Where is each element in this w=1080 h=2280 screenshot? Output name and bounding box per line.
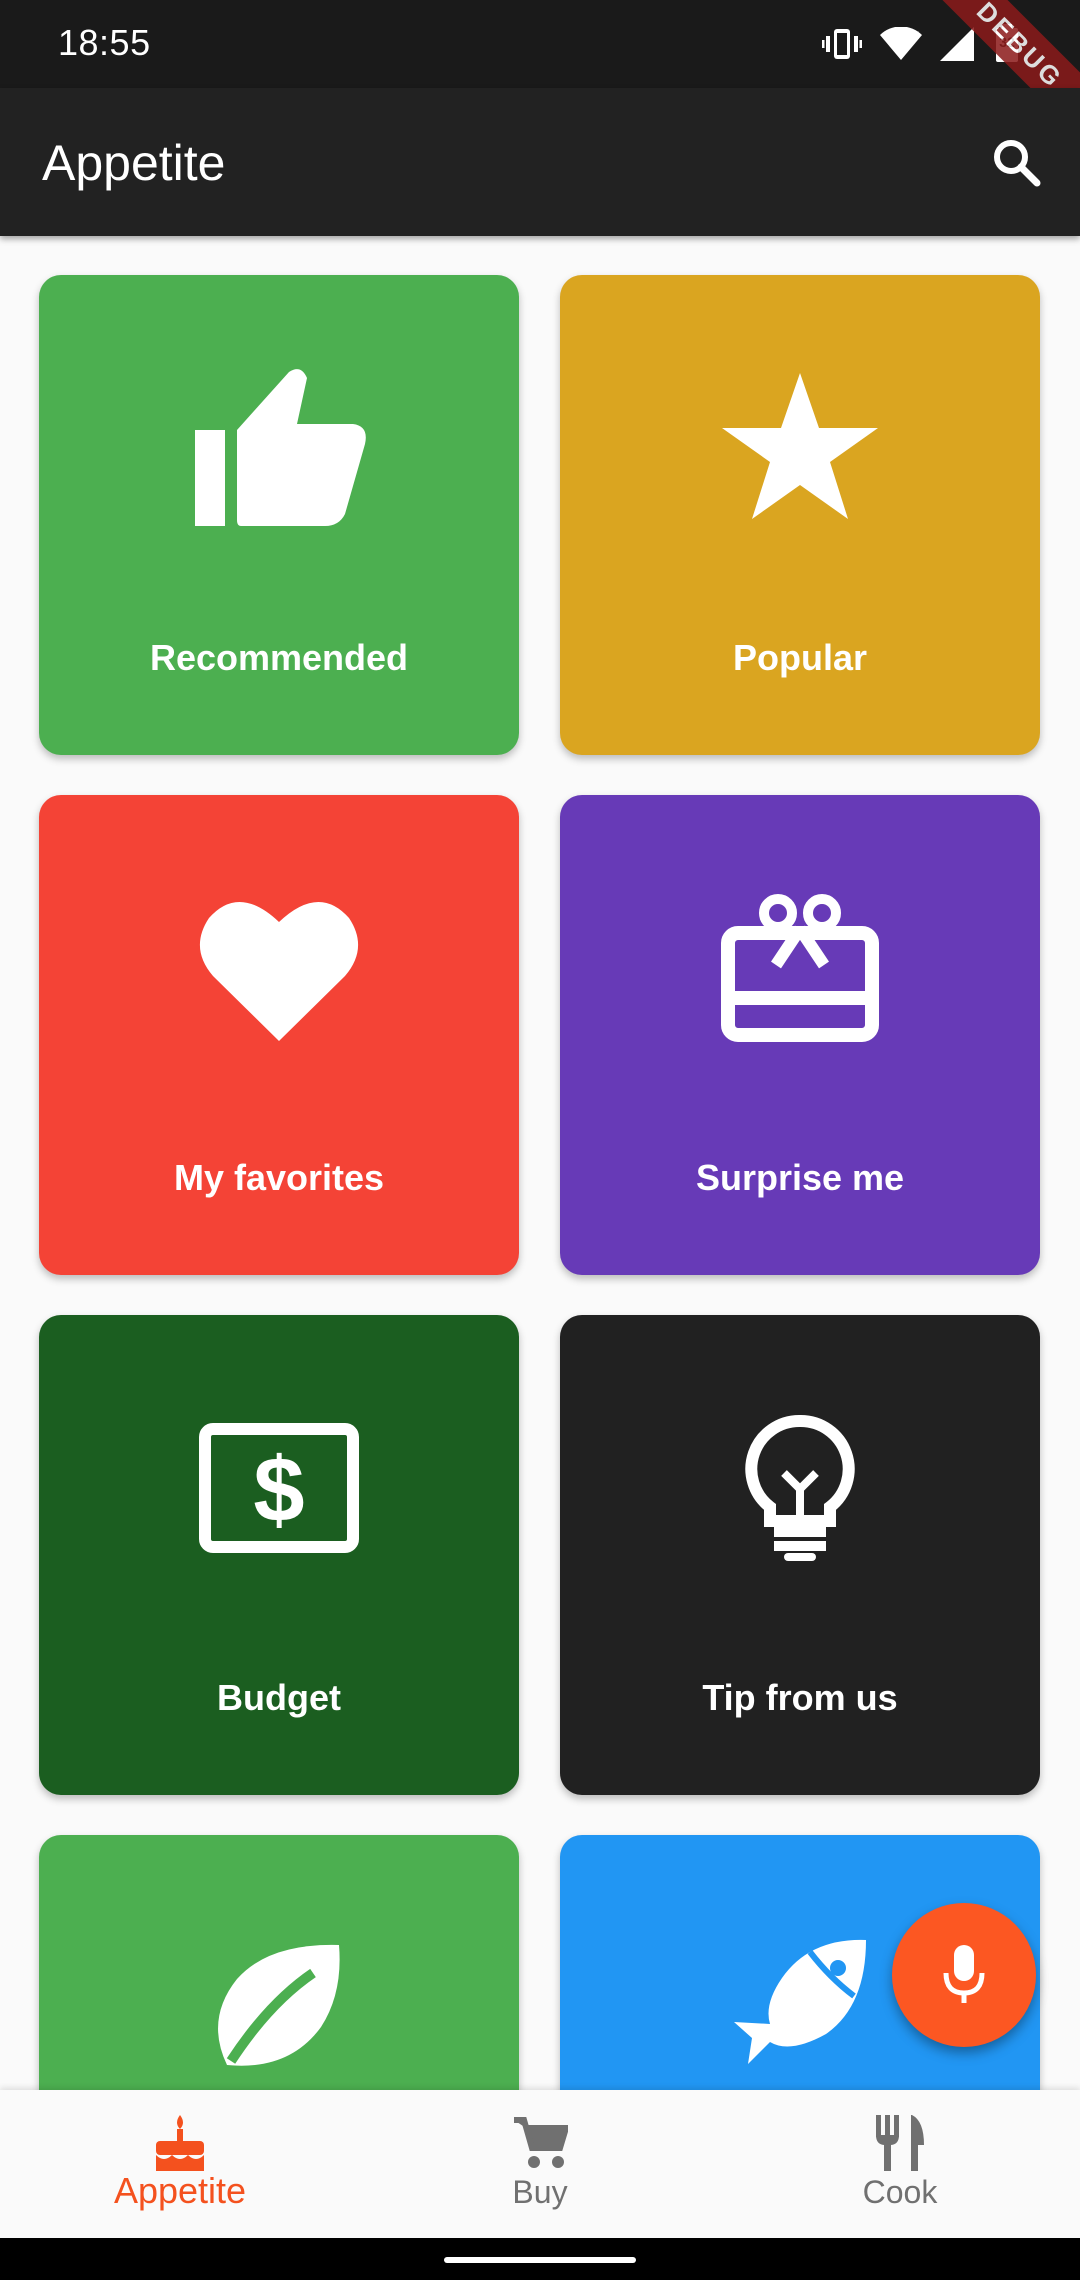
nav-label: Appetite xyxy=(113,2170,247,2211)
card-popular[interactable]: Popular xyxy=(560,275,1040,755)
card-recommended[interactable]: Recommended xyxy=(39,275,519,755)
card-label: Tip from us xyxy=(702,1677,898,1718)
cart-icon xyxy=(360,2112,720,2174)
star-icon xyxy=(560,363,1040,533)
category-grid: Recommended Popular My favorites Surpris… xyxy=(0,236,1080,2090)
nav-label: Buy xyxy=(512,2174,568,2210)
card-surprise-me[interactable]: Surprise me xyxy=(560,795,1040,1275)
search-button[interactable] xyxy=(982,128,1050,196)
app-title: Appetite xyxy=(42,135,226,191)
bottom-navigation: Appetite Buy Cook xyxy=(0,2090,1080,2238)
card-label: Surprise me xyxy=(695,1157,905,1198)
home-gesture-handle[interactable] xyxy=(444,2257,636,2263)
nav-item-cook[interactable]: Cook xyxy=(720,2090,1080,2238)
nav-item-appetite[interactable]: Appetite xyxy=(0,2090,360,2238)
app-bar: Appetite xyxy=(0,88,1080,236)
card-label: Popular xyxy=(732,637,867,678)
card-my-favorites[interactable]: My favorites xyxy=(39,795,519,1275)
card-vegetarian[interactable] xyxy=(39,1835,519,2090)
system-navigation-bar xyxy=(0,2238,1080,2280)
vibrate-icon xyxy=(822,26,862,62)
cake-icon xyxy=(0,2112,360,2174)
nav-label: Cook xyxy=(862,2174,938,2210)
status-bar: 18:55 x 32 DEBUG xyxy=(0,0,1080,154)
utensils-icon xyxy=(720,2112,1080,2174)
nav-item-buy[interactable]: Buy xyxy=(360,2090,720,2238)
card-label: Budget xyxy=(217,1677,341,1718)
card-label: My favorites xyxy=(173,1157,385,1198)
leaf-icon xyxy=(39,1923,519,2090)
voice-search-button[interactable] xyxy=(892,1903,1036,2047)
card-label: Recommended xyxy=(149,637,409,678)
thumbs-up-icon xyxy=(39,363,519,533)
signal-icon xyxy=(940,27,976,61)
gift-card-icon xyxy=(560,883,1040,1053)
heart-icon xyxy=(39,883,519,1053)
wifi-icon: x xyxy=(880,27,922,61)
svg-text:x: x xyxy=(912,27,919,42)
card-budget[interactable]: $ Budget xyxy=(39,1315,519,1795)
search-icon xyxy=(994,140,1041,187)
card-tip-from-us[interactable]: Tip from us xyxy=(560,1315,1040,1795)
lightbulb-icon xyxy=(560,1403,1040,1573)
money-bill-icon: $ xyxy=(39,1403,519,1573)
microphone-icon xyxy=(943,1945,985,2003)
status-time: 18:55 xyxy=(58,22,151,63)
svg-text:$: $ xyxy=(253,1439,304,1541)
